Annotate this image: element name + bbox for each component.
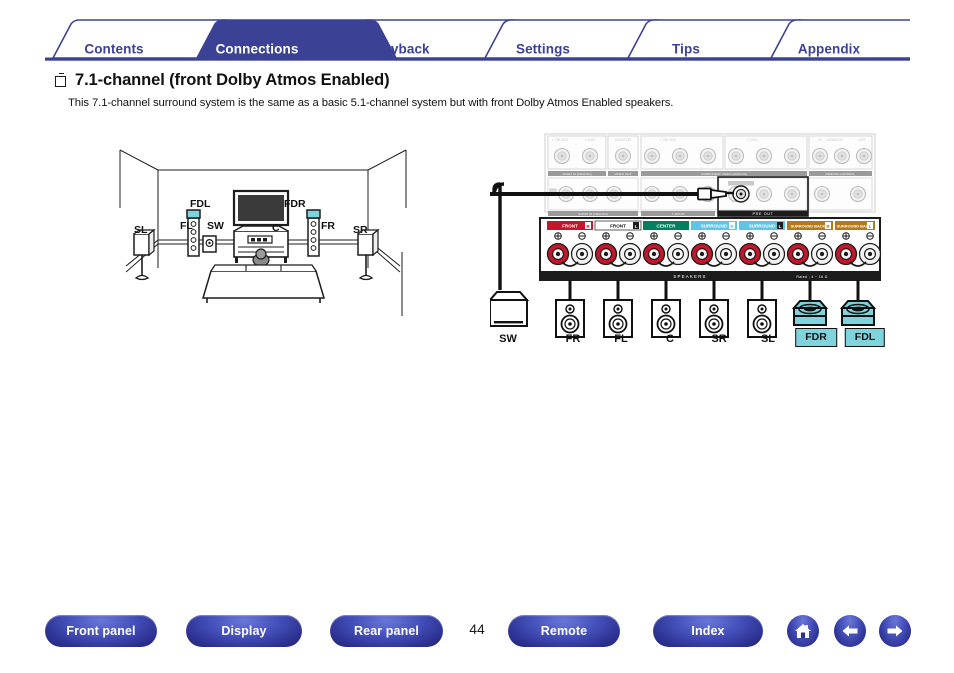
amp-callout-sl: SL (760, 333, 776, 345)
svg-text:MONITOR: MONITOR (827, 138, 843, 142)
subwoofer-unit-icon (490, 291, 530, 327)
svg-text:L: L (779, 224, 782, 229)
preout-subwoofer-jack (732, 185, 750, 203)
tv-icon (232, 189, 290, 227)
subwoofer-icon (202, 235, 217, 253)
svg-text:SURROUND BACK: SURROUND BACK (791, 224, 826, 229)
nav-index-button[interactable]: Index (653, 615, 763, 647)
svg-text:FRONT: FRONT (562, 224, 578, 229)
amp-callout-sw: SW (499, 333, 517, 345)
room-label-sr: SR (353, 224, 368, 236)
amp-callout-fl: FL (614, 333, 628, 345)
svg-text:SURROUND: SURROUND (749, 224, 776, 229)
speakers-strip-label: SPEAKERS (673, 274, 706, 279)
main-tab-bar: Contents Connections Playback Settings T… (45, 18, 910, 63)
amp-callout-c: C (666, 333, 674, 345)
room-label-sw: SW (207, 220, 224, 232)
arrow-right-icon[interactable] (879, 615, 911, 647)
svg-text:AUDIO IN (ANALOG): AUDIO IN (ANALOG) (578, 212, 608, 216)
svg-text:SURROUND: SURROUND (701, 224, 728, 229)
tab-connections[interactable]: Connections (216, 42, 299, 57)
surround-right-speaker-icon (357, 228, 380, 281)
tab-appendix[interactable]: Appendix (798, 42, 860, 57)
svg-text:REMOTE CONTROL: REMOTE CONTROL (825, 172, 854, 176)
svg-text:FRONT: FRONT (610, 224, 626, 229)
amp-callout-fdl: FDL (844, 328, 886, 347)
amplifier-rear-panel-diagram: 1 CBL/SAT 2 DVD MONITOR 1 CBL/SAT 2 DVD … (490, 130, 920, 350)
room-label-c: C (272, 222, 280, 234)
home-icon[interactable] (787, 615, 819, 647)
tab-bar-shapes (45, 19, 910, 61)
svg-text:SURROUND BACK: SURROUND BACK (837, 224, 872, 229)
atmos-module-icons (791, 300, 877, 326)
tab-contents[interactable]: Contents (84, 42, 143, 57)
tab-settings[interactable]: Settings (516, 42, 570, 57)
page-title: 7.1-channel (front Dolby Atmos Enabled) (75, 71, 390, 89)
svg-text:1 CBL/SAT: 1 CBL/SAT (552, 138, 569, 142)
room-layout-diagram: SL FL FDL SW C FDR FR SR (118, 148, 408, 318)
svg-text:VIDEO IN (ANALOG): VIDEO IN (ANALOG) (562, 172, 591, 176)
section-bullet-icon (55, 73, 66, 87)
page-number: 44 (469, 621, 485, 637)
surround-left-speaker-icon (133, 228, 156, 281)
amp-callout-fr: FR (565, 333, 581, 345)
sofa-icon (201, 264, 326, 303)
svg-text:7.1CH IN: 7.1CH IN (672, 212, 685, 216)
nav-rear-panel-button[interactable]: Rear panel (330, 615, 443, 647)
svg-text:L: L (635, 224, 638, 229)
svg-text:COMPONENT VIDEO (ANALOG): COMPONENT VIDEO (ANALOG) (701, 172, 747, 176)
room-label-fdl: FDL (190, 198, 211, 210)
room-label-fdr: FDR (284, 198, 306, 210)
svg-text:CENTER: CENTER (657, 224, 677, 229)
svg-text:OUT: OUT (858, 138, 865, 142)
room-label-fl: FL (180, 220, 193, 232)
amp-callout-sr: SR (711, 333, 727, 345)
room-label-fr: FR (321, 220, 335, 232)
front-right-speaker-icon (306, 209, 321, 257)
nav-remote-button[interactable]: Remote (508, 615, 620, 647)
svg-text:2 DVD: 2 DVD (747, 138, 758, 142)
arrow-left-icon[interactable] (834, 615, 866, 647)
svg-text:1 CBL/SAT: 1 CBL/SAT (660, 138, 677, 142)
amp-callout-fdr: FDR (795, 328, 837, 347)
front-left-speaker-icon (186, 209, 201, 257)
svg-text:IN: IN (818, 138, 822, 142)
svg-text:MONITOR: MONITOR (615, 138, 631, 142)
room-label-sl: SL (134, 224, 148, 236)
svg-text:Rated : 4 ~ 16 Ω: Rated : 4 ~ 16 Ω (796, 275, 827, 279)
svg-text:VIDEO OUT: VIDEO OUT (614, 172, 631, 176)
amplifier-illustration: 1 CBL/SAT 2 DVD MONITOR 1 CBL/SAT 2 DVD … (490, 133, 882, 338)
pre-out-label: PRE OUT (752, 212, 773, 216)
svg-text:L: L (869, 224, 872, 229)
tab-playback[interactable]: Playback (370, 42, 429, 57)
bookshelf-speakers-icons (555, 299, 777, 338)
page-title-row: 7.1-channel (front Dolby Atmos Enabled) (55, 71, 390, 90)
nav-display-button[interactable]: Display (186, 615, 302, 647)
page-description: This 7.1-channel surround system is the … (68, 97, 674, 109)
svg-text:2 DVD: 2 DVD (585, 138, 596, 142)
nav-front-panel-button[interactable]: Front panel (45, 615, 157, 647)
tab-tips[interactable]: Tips (672, 42, 700, 57)
